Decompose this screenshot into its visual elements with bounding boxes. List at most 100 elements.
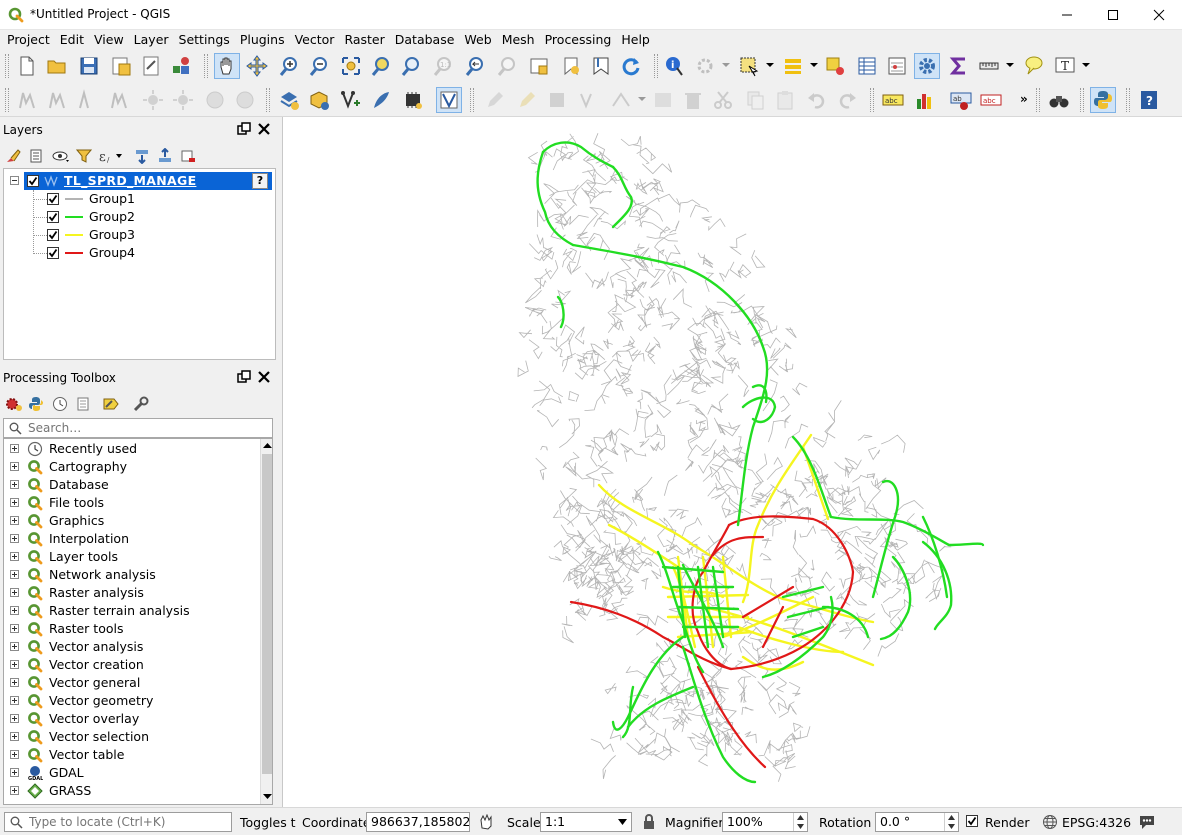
modify-attributes-button[interactable] — [650, 87, 676, 113]
expand-toggle[interactable] — [10, 534, 19, 543]
processing-search-box[interactable] — [3, 418, 273, 438]
spin-down-icon[interactable] — [948, 824, 955, 829]
text-annotation-button[interactable]: T — [1052, 53, 1078, 79]
zoom-to-layer-button[interactable] — [398, 53, 424, 79]
toolbox-item-graphics[interactable]: Graphics — [4, 512, 256, 530]
new-map-view-button[interactable] — [526, 53, 552, 79]
expand-toggle[interactable] — [10, 552, 19, 561]
magnifier-spinbox[interactable]: 100% — [722, 812, 808, 832]
globe-crs-icon[interactable] — [1042, 814, 1058, 830]
chevron-down-icon[interactable] — [638, 95, 646, 103]
scroll-thumb[interactable] — [262, 454, 272, 774]
paste-features-button[interactable] — [772, 87, 798, 113]
toolbox-item-recently-used[interactable]: Recently used — [4, 440, 256, 458]
field-calculator-button[interactable] — [884, 53, 910, 79]
show-bookmarks-button[interactable] — [588, 53, 614, 79]
toolbox-item-network-analysis[interactable]: Network analysis — [4, 566, 256, 584]
redo-button[interactable] — [834, 87, 860, 113]
menu-vector[interactable]: Vector — [290, 30, 340, 49]
menu-layer[interactable]: Layer — [129, 30, 174, 49]
copy-features-button[interactable] — [742, 87, 768, 113]
wrench-options-icon[interactable] — [132, 396, 150, 412]
pan-map-button[interactable] — [214, 53, 240, 79]
processing-scrollbar[interactable] — [260, 439, 272, 804]
add-delimited-text-button[interactable] — [368, 87, 394, 113]
menu-mesh[interactable]: Mesh — [497, 30, 540, 49]
layer-visibility-checkbox[interactable] — [27, 175, 39, 187]
zoom-last-button[interactable] — [462, 53, 488, 79]
expand-toggle[interactable] — [10, 642, 19, 651]
georef-tool-2[interactable] — [170, 87, 196, 113]
chevron-down-icon[interactable] — [1006, 61, 1014, 69]
python-console-button[interactable] — [1090, 87, 1116, 113]
filter-expression-icon[interactable]: ε / — [98, 148, 124, 164]
road-network-map[interactable] — [283, 117, 1182, 807]
toolbox-item-saga[interactable]: SAGA — [4, 800, 256, 804]
toolbar-grip[interactable] — [204, 54, 208, 78]
legend-item-group2[interactable]: Group2 — [4, 208, 256, 226]
georef-tool-4[interactable] — [232, 87, 258, 113]
scroll-down-arrow-icon[interactable] — [263, 793, 272, 800]
legend-item-group3[interactable]: Group3 — [4, 226, 256, 244]
show-hide-labels-button[interactable]: abc — [978, 87, 1004, 113]
new-geopackage-button[interactable] — [306, 87, 332, 113]
layer-labeling-button[interactable]: abc — [880, 87, 906, 113]
menu-raster[interactable]: Raster — [339, 30, 389, 49]
legend-item-group4[interactable]: Group4 — [4, 244, 256, 262]
deselect-all-button[interactable] — [822, 53, 848, 79]
toggle-editing-button[interactable] — [514, 87, 540, 113]
render-checkbox[interactable] — [966, 815, 978, 827]
refresh-button[interactable] — [618, 53, 644, 79]
layer-diagram-button[interactable] — [912, 87, 938, 113]
expand-toggle[interactable] — [10, 750, 19, 759]
toolbox-item-database[interactable]: Database — [4, 476, 256, 494]
menu-plugins[interactable]: Plugins — [235, 30, 290, 49]
menu-settings[interactable]: Settings — [174, 30, 235, 49]
expand-toggle[interactable] — [10, 588, 19, 597]
chevron-down-icon[interactable] — [810, 61, 818, 69]
extents-toggle-icon[interactable] — [478, 814, 494, 830]
toolbar-grip[interactable] — [1126, 88, 1130, 112]
expand-toggle[interactable] — [10, 444, 19, 453]
locator-input[interactable] — [29, 814, 227, 830]
filter-icon[interactable] — [76, 148, 92, 164]
toolbox-item-vector-table[interactable]: Vector table — [4, 746, 256, 764]
expand-toggle[interactable] — [10, 678, 19, 687]
close-panel-icon[interactable] — [257, 370, 271, 384]
toolbox-item-layer-tools[interactable]: Layer tools — [4, 548, 256, 566]
menu-view[interactable]: View — [89, 30, 129, 49]
maximize-button[interactable] — [1090, 0, 1136, 30]
toolbar-grip[interactable] — [5, 54, 9, 78]
georef-tool-3[interactable] — [202, 87, 228, 113]
style-brush-icon[interactable] — [5, 148, 21, 164]
zoom-native-button[interactable]: 1:1 — [430, 53, 456, 79]
digitizing-tool-2[interactable] — [44, 87, 70, 113]
cut-features-button[interactable] — [710, 87, 736, 113]
quickmap-services-button[interactable] — [1046, 87, 1072, 113]
map-tips-button[interactable] — [1020, 53, 1046, 79]
new-shapefile-button[interactable] — [276, 87, 302, 113]
toolbar-grip[interactable] — [1080, 88, 1084, 112]
remove-layer-icon[interactable] — [180, 148, 196, 164]
processing-search-input[interactable] — [28, 420, 268, 436]
toolbox-item-grass[interactable]: GRASS — [4, 782, 256, 800]
history-clock-icon[interactable] — [52, 396, 68, 412]
save-edits-button[interactable] — [544, 87, 570, 113]
edits-button[interactable] — [482, 87, 508, 113]
layer-row-root[interactable]: TL_SPRD_MANAGE ? — [4, 172, 272, 190]
eye-icon[interactable] — [52, 148, 70, 164]
expand-all-icon[interactable] — [134, 148, 150, 164]
menu-help[interactable]: Help — [616, 30, 655, 49]
pin-labels-button[interactable]: ab — [948, 87, 974, 113]
select-by-value-button[interactable] — [780, 53, 806, 79]
toolbox-item-vector-selection[interactable]: Vector selection — [4, 728, 256, 746]
chevron-down-icon[interactable] — [618, 819, 627, 825]
map-canvas[interactable] — [282, 117, 1182, 807]
expand-toggle[interactable] — [10, 696, 19, 705]
expand-toggle[interactable] — [10, 570, 19, 579]
undo-button[interactable] — [804, 87, 830, 113]
chevron-down-icon[interactable] — [1082, 61, 1090, 69]
menu-edit[interactable]: Edit — [55, 30, 89, 49]
legend-checkbox-group2[interactable] — [47, 211, 59, 223]
results-viewer-icon[interactable] — [75, 396, 91, 412]
